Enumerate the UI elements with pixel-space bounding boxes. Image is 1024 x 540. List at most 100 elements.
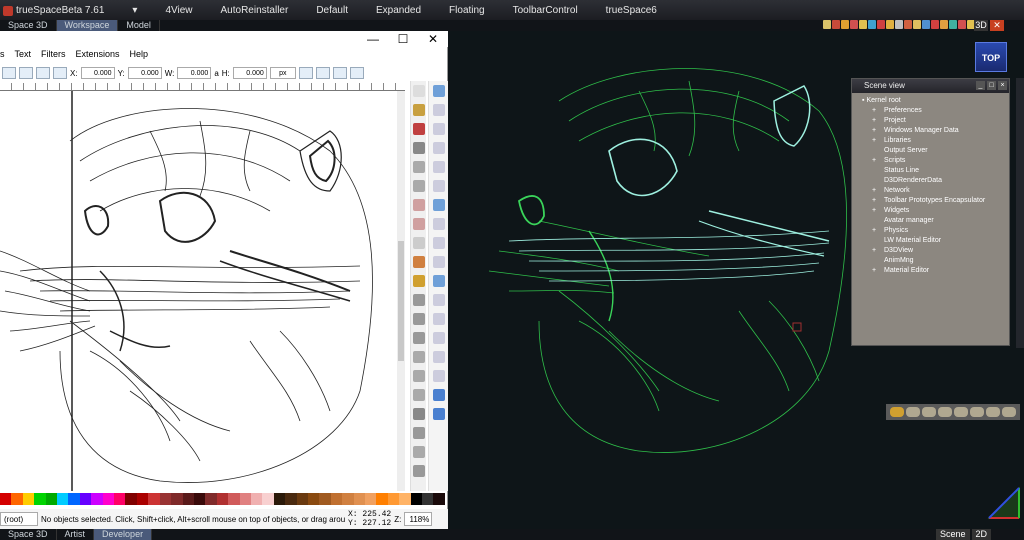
snap-grid-icon[interactable] [432, 389, 445, 401]
save-icon[interactable] [412, 123, 425, 135]
snap-corner-icon[interactable] [432, 142, 445, 154]
tool-icon[interactable] [913, 20, 921, 29]
layout-tab-default[interactable]: Default [302, 5, 362, 16]
tree-item[interactable]: Windows Manager Data [858, 126, 1009, 136]
tree-item[interactable]: D3DRendererData [858, 176, 1009, 186]
palette-swatch[interactable] [296, 493, 308, 505]
undo-icon[interactable] [412, 199, 425, 211]
preferences-icon[interactable] [412, 465, 425, 477]
tool-icon[interactable] [850, 20, 858, 29]
palette-swatch[interactable] [228, 493, 240, 505]
export-icon[interactable] [412, 180, 425, 192]
tree-item[interactable]: Toolbar Prototypes Encapsulator [858, 196, 1009, 206]
y-field[interactable]: 0.000 [127, 67, 162, 79]
maximize-button[interactable]: ☐ [388, 31, 418, 47]
palette-swatch[interactable] [68, 493, 80, 505]
zoom-page-icon[interactable] [412, 332, 425, 344]
menu-help[interactable]: Help [130, 49, 149, 63]
snap-rotation-icon[interactable] [432, 332, 445, 344]
mode-2d-button[interactable]: 2D [971, 529, 992, 540]
palette-swatch[interactable] [342, 493, 354, 505]
zoom-drawing-icon[interactable] [412, 313, 425, 325]
layer-select[interactable]: (root) [0, 512, 38, 526]
snap-baseline-icon[interactable] [432, 351, 445, 363]
tool-icon[interactable] [823, 20, 831, 29]
tab-space-3d[interactable]: Space 3D [0, 20, 57, 31]
palette-swatch[interactable] [353, 493, 365, 505]
palette-swatch[interactable] [102, 493, 115, 505]
palette-swatch[interactable] [171, 493, 183, 505]
tool-icon[interactable] [868, 20, 876, 29]
new-document-icon[interactable] [412, 85, 425, 97]
drawing-canvas[interactable] [0, 91, 400, 491]
palette-swatch[interactable] [285, 493, 297, 505]
layout-tab-toolbarcontrol[interactable]: ToolbarControl [499, 5, 592, 16]
xml-editor-icon[interactable] [412, 446, 425, 458]
minimize-icon[interactable]: _ [976, 81, 985, 90]
tree-item[interactable]: D3DView [858, 246, 1009, 256]
snap-cusp-icon[interactable] [432, 256, 445, 268]
vertical-scrollbar[interactable] [397, 91, 405, 491]
maximize-icon[interactable]: □ [987, 81, 996, 90]
tool-icon[interactable] [832, 20, 840, 29]
tool-icon[interactable] [940, 20, 948, 29]
close-icon[interactable]: × [998, 81, 1007, 90]
palette-swatch[interactable] [148, 493, 160, 505]
layout-tab-autoreinstaller[interactable]: AutoReinstaller [207, 5, 303, 16]
palette-swatch[interactable] [0, 493, 12, 505]
snap-guide-icon[interactable] [432, 408, 445, 420]
palette-swatch[interactable] [273, 493, 286, 505]
tool-icon[interactable] [949, 20, 957, 29]
tree-root[interactable]: ▪ Kernel root [858, 96, 1009, 106]
palette-swatch[interactable] [365, 493, 377, 505]
lock-icon[interactable]: a [214, 69, 218, 78]
close-button[interactable]: ✕ [418, 31, 448, 47]
layout-tab-expanded[interactable]: Expanded [362, 5, 435, 16]
scene-view-header[interactable]: Scene view _ □ × [852, 79, 1009, 93]
zoom-icon[interactable] [412, 294, 425, 306]
palette-swatch[interactable] [125, 493, 137, 505]
snap-midpoints-icon[interactable] [432, 294, 445, 306]
palette-swatch[interactable] [91, 493, 103, 505]
tree-item[interactable]: Libraries [858, 136, 1009, 146]
tool-icon[interactable] [886, 20, 894, 29]
axis-gizmo[interactable] [985, 480, 1021, 522]
snap-edge-icon[interactable] [432, 123, 445, 135]
layout-tab-floating[interactable]: Floating [435, 5, 499, 16]
transform-icon[interactable] [315, 67, 330, 79]
snap-smooth-icon[interactable] [432, 275, 445, 287]
tool-icon[interactable] [970, 407, 984, 417]
palette-swatch[interactable] [34, 493, 46, 505]
unit-select[interactable]: px [269, 67, 296, 79]
palette-swatch[interactable] [193, 493, 206, 505]
tool-icon[interactable] [1002, 407, 1016, 417]
align-icon[interactable] [53, 67, 67, 79]
selection-marker[interactable] [792, 322, 802, 332]
tab-model[interactable]: Model [118, 20, 160, 31]
palette-swatch[interactable] [307, 493, 320, 505]
palette-swatch[interactable] [22, 493, 35, 505]
palette-swatch[interactable] [79, 493, 92, 505]
zoom-field[interactable]: 118% [404, 512, 433, 526]
h-field[interactable]: 0.000 [232, 67, 267, 79]
palette-swatch[interactable] [216, 493, 229, 505]
palette-swatch[interactable] [205, 493, 217, 505]
redo-icon[interactable] [412, 218, 425, 230]
color-palette[interactable] [0, 493, 445, 505]
palette-swatch[interactable] [250, 493, 263, 505]
close-icon[interactable]: ✕ [990, 20, 1004, 31]
layout-tab-4view[interactable]: 4View [151, 5, 206, 16]
clone-icon[interactable] [412, 370, 425, 382]
align-icon[interactable] [2, 67, 16, 79]
palette-swatch[interactable] [262, 493, 274, 505]
transform-icon[interactable] [298, 67, 313, 79]
align-icon[interactable] [36, 67, 50, 79]
tab-workspace[interactable]: Workspace [56, 20, 119, 31]
tree-item[interactable]: Avatar manager [858, 216, 1009, 226]
palette-swatch[interactable] [399, 493, 411, 505]
print-icon[interactable] [412, 142, 425, 154]
snap-nodes-icon[interactable] [432, 199, 445, 211]
tool-icon[interactable] [922, 20, 930, 29]
tree-item[interactable]: Project [858, 116, 1009, 126]
import-icon[interactable] [412, 161, 425, 173]
